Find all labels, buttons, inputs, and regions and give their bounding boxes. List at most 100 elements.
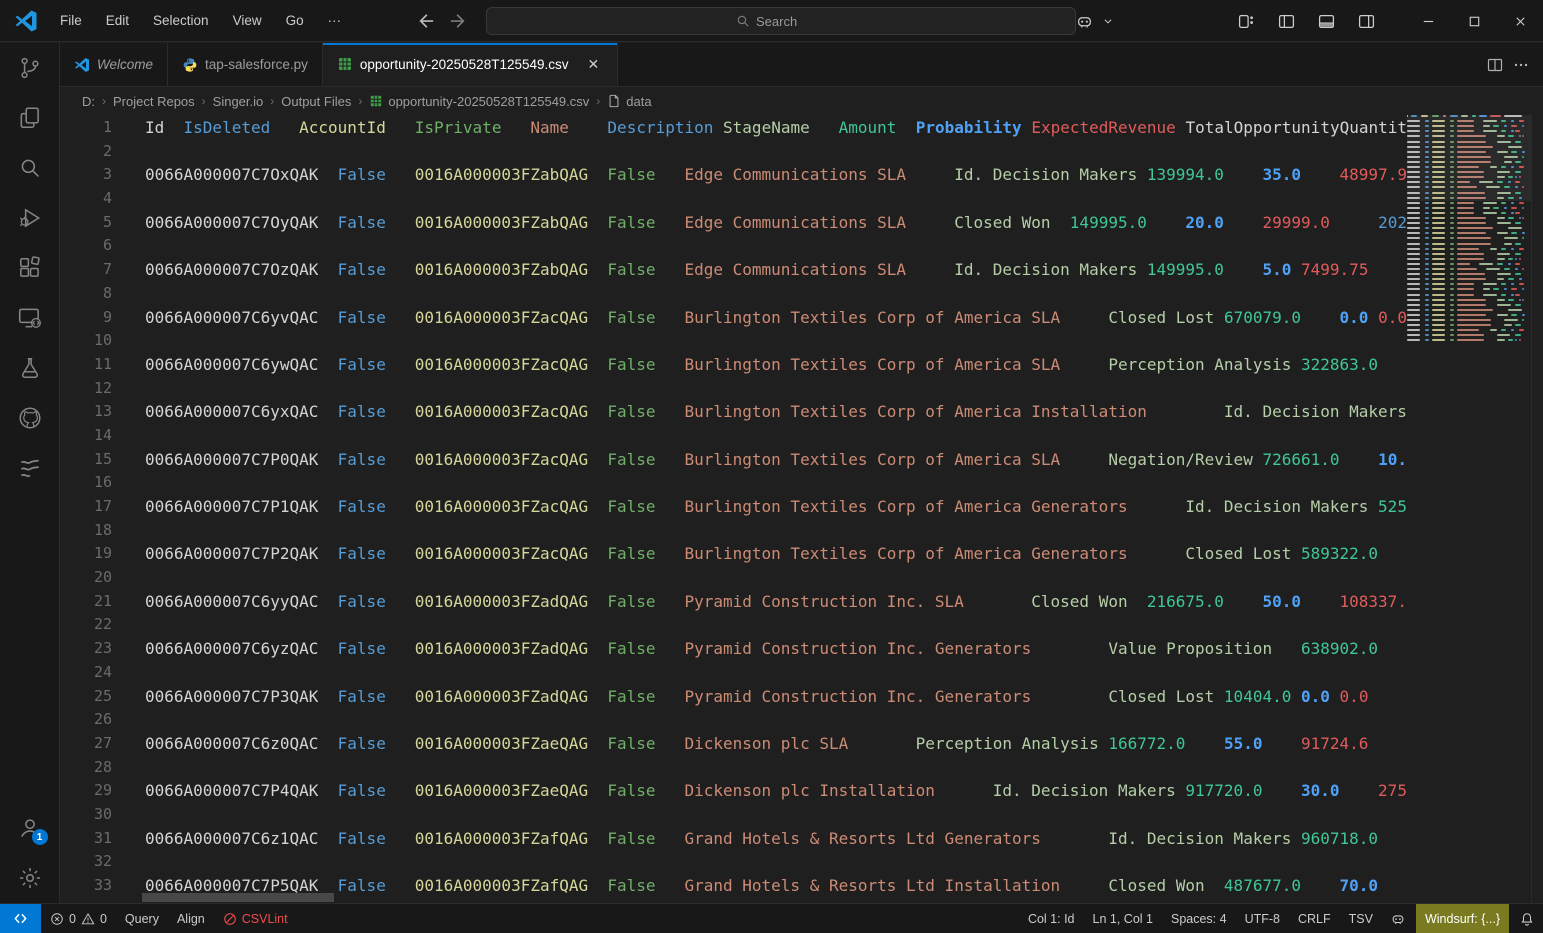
line-number[interactable]: 13 [60, 400, 112, 424]
line-number[interactable]: 2 [60, 140, 112, 164]
line-text: 0066A000007C7P1QAK False 0016A000003FZac… [112, 495, 1407, 519]
line-number[interactable]: 17 [60, 495, 112, 519]
editor-pane[interactable]: 1Id IsDeleted AccountId IsPrivate Name D… [60, 115, 1543, 903]
back-arrow-icon[interactable] [415, 11, 435, 31]
status-encoding[interactable]: UTF-8 [1236, 904, 1289, 933]
menu-item-view[interactable]: View [223, 9, 272, 32]
menu-item-go[interactable]: Go [276, 9, 314, 32]
line-number[interactable]: 7 [60, 258, 112, 282]
line-number[interactable]: 32 [60, 850, 112, 874]
breadcrumb-item[interactable]: Project Repos [113, 94, 195, 109]
copilot-icon[interactable] [1069, 7, 1099, 35]
line-number[interactable]: 25 [60, 685, 112, 709]
forward-arrow-icon[interactable] [449, 11, 469, 31]
status-csvlint[interactable]: CSVLint [214, 904, 297, 933]
line-number[interactable]: 16 [60, 471, 112, 495]
status-align[interactable]: Align [168, 904, 214, 933]
vertical-scrollbar[interactable] [1531, 115, 1543, 903]
minimap[interactable] [1407, 115, 1531, 903]
code-area[interactable]: 1Id IsDeleted AccountId IsPrivate Name D… [60, 115, 1407, 903]
menu-item-selection[interactable]: Selection [143, 9, 219, 32]
menu-item-[interactable]: ··· [318, 9, 352, 32]
line-number[interactable]: 3 [60, 163, 112, 187]
line-number[interactable]: 18 [60, 519, 112, 543]
line-text [112, 471, 145, 495]
toggle-secondary-sidebar-icon[interactable] [1351, 7, 1381, 35]
activity-bar-item-settings[interactable] [6, 853, 54, 903]
status-remote[interactable] [0, 904, 41, 933]
line-number[interactable]: 1 [60, 116, 112, 140]
line-number[interactable]: 26 [60, 708, 112, 732]
line-number[interactable]: 30 [60, 803, 112, 827]
line-number[interactable]: 27 [60, 732, 112, 756]
more-actions-icon[interactable] [1513, 57, 1529, 73]
status-cursor-position[interactable]: Ln 1, Col 1 [1084, 904, 1162, 933]
tab-tap-salesforce-py[interactable]: tap-salesforce.py [168, 43, 323, 86]
menu-item-edit[interactable]: Edit [96, 9, 139, 32]
status-windsurf[interactable]: Windsurf: {...} [1416, 904, 1509, 933]
minimap-slider[interactable] [1407, 115, 1531, 201]
tab-welcome[interactable]: Welcome [60, 43, 168, 86]
breadcrumb-item[interactable]: D: [82, 94, 95, 109]
line-number[interactable]: 6 [60, 234, 112, 258]
breadcrumb-item[interactable]: Output Files [281, 94, 351, 109]
customize-layout-icon[interactable] [1231, 7, 1261, 35]
status-indentation[interactable]: Spaces: 4 [1162, 904, 1236, 933]
line-number[interactable]: 24 [60, 661, 112, 685]
close-button[interactable] [1497, 0, 1543, 42]
line-number[interactable]: 11 [60, 353, 112, 377]
breadcrumb-item[interactable]: opportunity-20250528T125549.csv [369, 94, 589, 109]
line-number[interactable]: 10 [60, 329, 112, 353]
minimize-button[interactable] [1405, 0, 1451, 42]
line-number[interactable]: 33 [60, 874, 112, 898]
activity-bar-item-run-debug[interactable] [6, 193, 54, 243]
line-number[interactable]: 20 [60, 566, 112, 590]
line-number[interactable]: 12 [60, 377, 112, 401]
line-number[interactable]: 21 [60, 590, 112, 614]
line-number[interactable]: 19 [60, 542, 112, 566]
status-notifications[interactable] [1511, 904, 1543, 933]
status-problems[interactable]: 00 [41, 904, 116, 933]
activity-bar-item-remote-explorer[interactable] [6, 293, 54, 343]
activity-bar-item-search[interactable] [6, 143, 54, 193]
horizontal-scrollbar[interactable] [142, 893, 334, 902]
line-number[interactable]: 5 [60, 211, 112, 235]
line-number[interactable]: 9 [60, 306, 112, 330]
activity-bar-item-account[interactable]: 1 [6, 803, 54, 853]
status-column-info[interactable]: Col 1: Id [1019, 904, 1084, 933]
menu-item-file[interactable]: File [50, 9, 92, 32]
chevron-down-icon[interactable] [1103, 16, 1113, 26]
activity-bar-item-windsurf[interactable] [6, 443, 54, 493]
status-language-mode[interactable]: TSV [1340, 904, 1382, 933]
line-number[interactable]: 8 [60, 282, 112, 306]
tab-opportunity-20250528t125549-csv[interactable]: opportunity-20250528T125549.csv✕ [323, 43, 618, 86]
line-number[interactable]: 28 [60, 756, 112, 780]
activity-bar-item-testing[interactable] [6, 343, 54, 393]
status-copilot[interactable] [1382, 904, 1414, 933]
status-eol[interactable]: CRLF [1289, 904, 1340, 933]
activity-bar-item-extensions[interactable] [6, 243, 54, 293]
activity-bar-item-explorer[interactable] [6, 93, 54, 143]
toggle-primary-sidebar-icon[interactable] [1271, 7, 1301, 35]
line-number[interactable]: 14 [60, 424, 112, 448]
toggle-panel-icon[interactable] [1311, 7, 1341, 35]
breadcrumb-item[interactable]: Singer.io [213, 94, 264, 109]
status-query[interactable]: Query [116, 904, 168, 933]
activity-bar-item-source-control[interactable] [6, 43, 54, 93]
line-number[interactable]: 22 [60, 613, 112, 637]
command-center-search[interactable] [486, 7, 1076, 35]
split-editor-icon[interactable] [1487, 57, 1503, 73]
maximize-button[interactable] [1451, 0, 1497, 42]
line-number[interactable]: 23 [60, 637, 112, 661]
breadcrumb-item[interactable]: data [607, 94, 651, 109]
activity-bar-item-github[interactable] [6, 393, 54, 443]
editor-line: 130066A000007C6yxQAC False 0016A000003FZ… [60, 400, 1407, 424]
line-number[interactable]: 15 [60, 448, 112, 472]
tab-close-icon[interactable]: ✕ [584, 55, 604, 74]
line-text [112, 140, 145, 164]
remote-explorer-icon [17, 305, 43, 331]
search-input[interactable] [756, 14, 826, 29]
line-number[interactable]: 29 [60, 779, 112, 803]
line-number[interactable]: 31 [60, 827, 112, 851]
line-number[interactable]: 4 [60, 187, 112, 211]
